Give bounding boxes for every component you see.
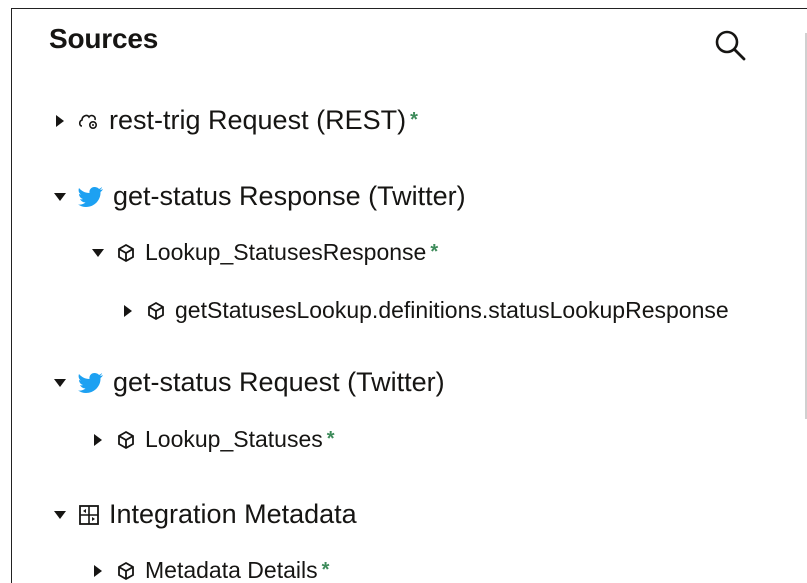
tree-node-label: get-status Response (Twitter) xyxy=(113,181,466,211)
tree-node-label: getStatusesLookup.definitions.statusLook… xyxy=(175,297,729,323)
tree-node-lookup-statuses-response[interactable]: Lookup_StatusesResponse * xyxy=(90,239,438,266)
tree-node-statuses-lookup-definition[interactable]: getStatusesLookup.definitions.statusLook… xyxy=(120,297,729,324)
search-icon xyxy=(715,30,746,61)
tree-node-lookup-statuses[interactable]: Lookup_Statuses * xyxy=(90,426,335,453)
caret-right-icon[interactable] xyxy=(90,563,106,579)
caret-right-icon[interactable] xyxy=(52,113,68,129)
tree-node-integration-metadata[interactable]: Integration Metadata xyxy=(52,499,357,530)
tree-node-label: Metadata Details xyxy=(145,557,318,583)
metadata-grid-icon xyxy=(78,504,100,526)
caret-down-icon[interactable] xyxy=(52,189,68,205)
caret-down-icon[interactable] xyxy=(52,375,68,391)
required-marker: * xyxy=(321,559,330,581)
object-cube-icon xyxy=(146,301,166,321)
tree-node-rest-request[interactable]: rest-trig Request (REST) * xyxy=(52,105,418,136)
tree-node-status-response[interactable]: get-status Response (Twitter) xyxy=(52,181,466,212)
required-marker: * xyxy=(430,241,439,263)
tree-node-label: rest-trig Request (REST) xyxy=(109,105,407,135)
rest-endpoint-icon xyxy=(78,111,100,131)
tree-node-status-request[interactable]: get-status Request (Twitter) xyxy=(52,367,445,398)
search-button[interactable] xyxy=(712,27,748,63)
sources-panel: Sources rest-trig Request (REST) * get-s… xyxy=(11,8,807,583)
tree-node-label: Lookup_StatusesResponse xyxy=(145,239,427,265)
required-marker: * xyxy=(410,109,418,131)
object-cube-icon xyxy=(116,561,136,581)
required-marker: * xyxy=(326,428,335,450)
twitter-icon xyxy=(78,186,104,208)
twitter-icon xyxy=(78,372,104,394)
object-cube-icon xyxy=(116,430,136,450)
panel-title: Sources xyxy=(49,23,159,54)
caret-down-icon[interactable] xyxy=(90,245,106,261)
tree-node-label: get-status Request (Twitter) xyxy=(113,367,445,397)
caret-right-icon[interactable] xyxy=(90,432,106,448)
tree-node-label: Integration Metadata xyxy=(109,499,357,529)
object-cube-icon xyxy=(116,243,136,263)
tree-node-metadata-details[interactable]: Metadata Details * xyxy=(90,557,329,583)
caret-down-icon[interactable] xyxy=(52,507,68,523)
tree-node-label: Lookup_Statuses xyxy=(145,426,323,452)
caret-right-icon[interactable] xyxy=(120,303,136,319)
